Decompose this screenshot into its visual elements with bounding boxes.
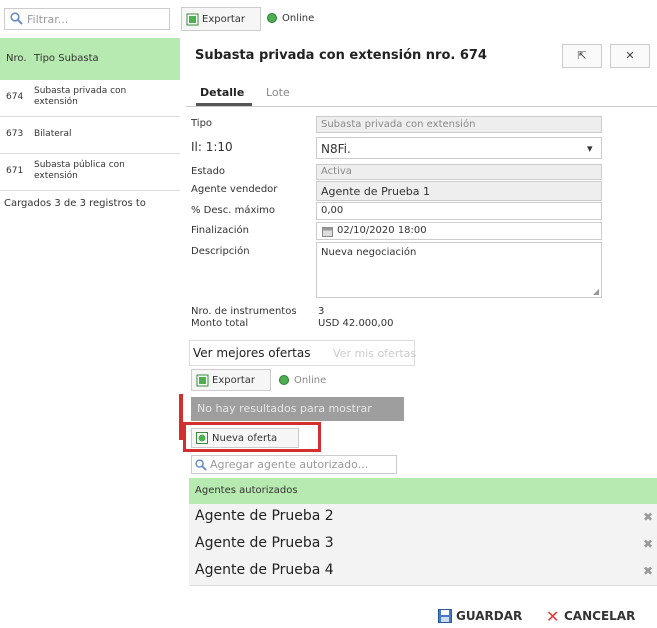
table-row: Agente de Prueba 3 ✖ [189, 531, 657, 559]
row-number: 671 [6, 166, 24, 176]
fin-label: Finalización [191, 225, 249, 236]
descripcion-value: Nueva negociación [321, 247, 417, 258]
agente-value: Agente de Prueba 1 [321, 185, 430, 198]
add-icon [196, 432, 208, 447]
table-row: Agente de Prueba 2 ✖ [189, 504, 657, 532]
row-type-line2: extensión [34, 171, 78, 181]
row-number: 673 [6, 129, 24, 139]
descripcion-textarea[interactable]: Nueva negociación ◢ [316, 242, 602, 298]
restore-window-button[interactable]: ⇱ [562, 44, 602, 68]
search-icon [10, 12, 23, 28]
close-window-button[interactable]: ✕ [610, 44, 650, 68]
agent-search-placeholder: Agregar agente autorizado... [210, 458, 369, 471]
agent-search-input[interactable]: Agregar agente autorizado... [191, 455, 397, 474]
row-number: 674 [6, 92, 24, 102]
export-icon [186, 13, 199, 29]
chevron-down-icon: ▾ [587, 142, 593, 155]
agente-field: Agente de Prueba 1 [316, 181, 602, 201]
descripcion-label: Descripción [191, 246, 250, 257]
row-type-line1: Bilateral [34, 129, 72, 139]
active-tab-indicator [196, 103, 252, 106]
table-row: Agente de Prueba 4 ✖ [189, 558, 657, 586]
cancel-label: CANCELAR [564, 609, 636, 623]
header-tipo-subasta[interactable]: Tipo Subasta [34, 53, 99, 64]
filter-placeholder: Filtrar... [27, 13, 69, 26]
instr-value: 3 [318, 306, 325, 317]
export-button[interactable]: Exportar [181, 7, 261, 31]
monto-label: Monto total [191, 318, 249, 329]
online-status-icon [267, 13, 277, 23]
remove-icon[interactable]: ✖ [643, 537, 653, 551]
online-status-icon [279, 375, 289, 385]
list-item[interactable]: 674 Subasta privada con extensión [0, 80, 180, 117]
offers-export-label: Exportar [212, 375, 255, 386]
tipo-label: Tipo [191, 118, 213, 129]
estado-value: Activa [321, 166, 352, 177]
remove-icon[interactable]: ✖ [643, 510, 653, 524]
records-loaded: Cargados 3 de 3 registros to [4, 198, 146, 209]
close-icon: ✕ [546, 607, 560, 626]
tab-my-offers[interactable]: Ver mis ofertas [333, 347, 416, 360]
tab-bar [186, 78, 657, 107]
tab-lote[interactable]: Lote [266, 86, 290, 99]
offers-online-label: Online [294, 375, 327, 386]
list-item[interactable]: 673 Bilateral [0, 117, 180, 154]
estado-label: Estado [191, 166, 226, 177]
panel-title: Subasta privada con extensión nro. 674 [195, 48, 487, 63]
agents-header: Agentes autorizados [189, 478, 657, 504]
tab-detalle[interactable]: Detalle [200, 86, 244, 99]
calendar-icon[interactable] [322, 226, 333, 240]
remove-icon[interactable]: ✖ [643, 564, 653, 578]
agent-name: Agente de Prueba 4 [195, 562, 334, 578]
save-label: GUARDAR [456, 609, 523, 623]
filter-input[interactable]: Filtrar... [4, 8, 170, 30]
resize-handle-icon[interactable]: ◢ [593, 287, 599, 296]
online-label: Online [282, 13, 315, 24]
desc-input[interactable]: 0,00 [316, 202, 602, 220]
agente-label: Agente vendedor [191, 184, 278, 195]
tab-best-offers[interactable]: Ver mejores ofertas [193, 346, 310, 360]
agents-header-label: Agentes autorizados [195, 485, 298, 496]
export-label: Exportar [202, 14, 245, 25]
row2-value: N8Fi. [321, 142, 351, 156]
agent-name: Agente de Prueba 2 [195, 508, 334, 524]
tipo-field: Subasta privada con extensión [316, 116, 602, 133]
row-type-line1: Subasta privada con [34, 86, 127, 96]
offers-export-button[interactable]: Exportar [191, 369, 271, 391]
tipo-value: Subasta privada con extensión [321, 119, 476, 130]
row2-label: Il: 1:10 [191, 140, 233, 154]
no-results-message: No hay resultados para mostrar [191, 397, 404, 421]
export-icon [196, 374, 209, 390]
desc-value: 0,00 [321, 205, 344, 216]
monto-value: USD 42.000,00 [318, 318, 394, 329]
row-type-line2: extensión [34, 97, 78, 107]
fin-value: 02/10/2020 18:00 [337, 225, 427, 236]
search-icon [195, 459, 207, 474]
header-nro[interactable]: Nro. [6, 53, 27, 64]
row-type-line1: Subasta pública con [34, 160, 125, 170]
new-offer-button[interactable]: Nueva oferta [191, 428, 299, 448]
agent-name: Agente de Prueba 3 [195, 535, 334, 551]
new-offer-label: Nueva oferta [212, 433, 278, 444]
estado-field: Activa [316, 164, 602, 180]
list-header: Nro. Tipo Subasta [0, 38, 180, 80]
row2-select[interactable]: N8Fi. ▾ [316, 137, 602, 159]
fin-input[interactable]: 02/10/2020 18:00 [316, 222, 602, 240]
save-icon [438, 609, 452, 626]
list-item[interactable]: 671 Subasta pública con extensión [0, 154, 180, 191]
desc-label: % Desc. máximo [191, 205, 276, 216]
instr-label: Nro. de instrumentos [191, 306, 297, 317]
